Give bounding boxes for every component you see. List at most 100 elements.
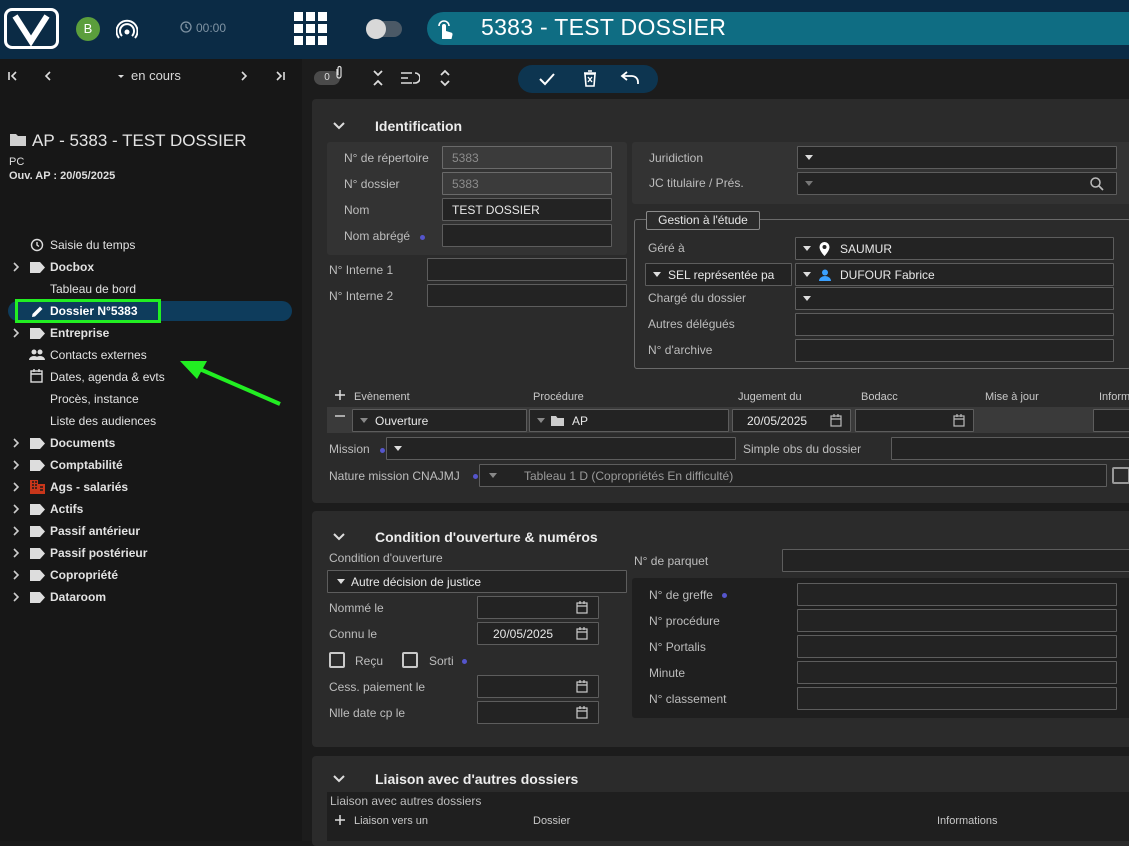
status-dropdown-icon[interactable]	[116, 70, 126, 82]
classement-field[interactable]	[797, 687, 1117, 710]
dropdown-arrow-icon	[653, 272, 661, 277]
menu-ags[interactable]: Ags - salariés	[50, 480, 128, 494]
menu-dates[interactable]: Dates, agenda & evts	[50, 370, 165, 384]
next-icon[interactable]	[238, 70, 250, 82]
menu-saisie-temps[interactable]: Saisie du temps	[50, 238, 135, 252]
menu-copropriete[interactable]: Copropriété	[50, 568, 118, 582]
jugement-date[interactable]: 20/05/2025	[732, 409, 851, 432]
expand-chevron-icon[interactable]	[11, 548, 21, 558]
menu-passif-anterieur[interactable]: Passif antérieur	[50, 524, 140, 538]
last-page-icon[interactable]	[274, 70, 286, 82]
bodacc-date[interactable]	[855, 409, 974, 432]
dropdown-arrow-icon	[537, 418, 545, 423]
cess-date[interactable]	[477, 675, 599, 698]
simple-obs-field[interactable]	[891, 437, 1129, 460]
first-page-icon[interactable]	[7, 70, 19, 82]
menu-documents[interactable]: Documents	[50, 436, 115, 450]
nlle-label: Nlle date cp le	[329, 706, 406, 720]
mission-select[interactable]	[386, 437, 736, 460]
interne2-field[interactable]	[427, 284, 627, 307]
menu-comptabilite[interactable]: Comptabilité	[50, 458, 123, 472]
nlle-date[interactable]	[477, 701, 599, 724]
location-pin-icon	[819, 242, 830, 256]
menu-actifs[interactable]: Actifs	[50, 502, 83, 516]
jc-select[interactable]	[797, 172, 1117, 195]
menu-tableau-de-bord[interactable]: Tableau de bord	[50, 282, 136, 296]
sorti-checkbox[interactable]	[402, 652, 418, 668]
remove-icon[interactable]	[335, 415, 345, 417]
apps-grid-icon[interactable]	[294, 12, 328, 46]
annotation-arrow	[180, 361, 281, 406]
checkbox[interactable]	[1112, 467, 1129, 484]
sel-select[interactable]: SEL représentée pa	[645, 263, 792, 286]
menu-passif-posterieur[interactable]: Passif postérieur	[50, 546, 147, 560]
menu-dossier[interactable]: Dossier N°5383	[50, 304, 138, 318]
broadcast-icon[interactable]	[116, 19, 138, 41]
info-field[interactable]	[1093, 409, 1129, 432]
sel-person-select[interactable]: DUFOUR Fabrice	[795, 263, 1114, 286]
gere-select[interactable]: SAUMUR	[795, 237, 1114, 260]
expand-all-icon[interactable]	[439, 69, 451, 87]
greffe-field[interactable]	[797, 583, 1117, 606]
liaison-title: Liaison avec d'autres dossiers	[375, 771, 579, 787]
nom-field[interactable]: TEST DOSSIER	[442, 198, 612, 221]
juridiction-select[interactable]	[797, 146, 1117, 169]
dropdown-arrow-icon	[805, 181, 813, 186]
touch-icon[interactable]	[434, 17, 456, 41]
expand-chevron-icon[interactable]	[11, 328, 21, 338]
simple-obs-label: Simple obs du dossier	[743, 442, 862, 456]
expand-chevron-icon[interactable]	[11, 460, 21, 470]
expand-chevron-icon[interactable]	[11, 262, 21, 272]
paperclip-icon[interactable]	[335, 65, 343, 79]
recu-checkbox[interactable]	[329, 652, 345, 668]
expand-chevron-icon[interactable]	[11, 438, 21, 448]
user-avatar[interactable]: B	[76, 17, 100, 41]
procedure-num-field[interactable]	[797, 609, 1117, 632]
calendar-icon	[576, 706, 588, 719]
expand-chevron-icon[interactable]	[11, 592, 21, 602]
archive-field[interactable]	[795, 339, 1114, 362]
check-icon[interactable]	[538, 71, 556, 87]
nom-abrege-field[interactable]	[442, 224, 612, 247]
expand-chevron-icon[interactable]	[11, 482, 21, 492]
timer-icon	[180, 21, 192, 33]
toggle-switch[interactable]	[366, 19, 402, 39]
app-logo[interactable]	[4, 8, 59, 49]
wrap-text-icon[interactable]	[400, 71, 420, 85]
collapse-all-icon[interactable]	[372, 69, 384, 87]
charge-label: Chargé du dossier	[648, 291, 747, 305]
charge-select[interactable]	[795, 287, 1114, 310]
previous-icon[interactable]	[42, 70, 54, 82]
info-dot	[380, 448, 385, 453]
nature-select[interactable]: Tableau 1 D (Copropriétés En difficulté)	[479, 464, 1107, 487]
status-selector[interactable]: en cours	[131, 68, 181, 83]
add-icon[interactable]	[335, 815, 345, 825]
procedure-select[interactable]: AP	[529, 409, 729, 432]
menu-proces[interactable]: Procès, instance	[50, 392, 139, 406]
add-icon[interactable]	[335, 390, 345, 400]
cond-select[interactable]: Autre décision de justice	[327, 570, 627, 593]
portalis-field[interactable]	[797, 635, 1117, 658]
delete-icon[interactable]	[583, 70, 597, 87]
collapse-chevron-icon[interactable]	[333, 774, 345, 784]
menu-docbox[interactable]: Docbox	[50, 260, 94, 274]
undo-icon[interactable]	[620, 71, 640, 85]
menu-dataroom[interactable]: Dataroom	[50, 590, 106, 604]
collapse-chevron-icon[interactable]	[333, 121, 345, 131]
expand-chevron-icon[interactable]	[11, 570, 21, 580]
interne1-field[interactable]	[427, 258, 627, 281]
recu-label: Reçu	[355, 654, 384, 668]
menu-entreprise[interactable]: Entreprise	[50, 326, 109, 340]
info-dot	[722, 593, 727, 598]
autres-field[interactable]	[795, 313, 1114, 336]
collapse-chevron-icon[interactable]	[333, 532, 345, 542]
expand-chevron-icon[interactable]	[11, 526, 21, 536]
connu-date[interactable]: 20/05/2025	[477, 622, 599, 645]
minute-field[interactable]	[797, 661, 1117, 684]
expand-chevron-icon[interactable]	[11, 504, 21, 514]
parquet-field[interactable]	[782, 549, 1129, 572]
menu-audiences[interactable]: Liste des audiences	[50, 414, 156, 428]
evenement-select[interactable]: Ouverture	[352, 409, 527, 432]
menu-contacts[interactable]: Contacts externes	[50, 348, 147, 362]
nomme-date[interactable]	[477, 596, 599, 619]
